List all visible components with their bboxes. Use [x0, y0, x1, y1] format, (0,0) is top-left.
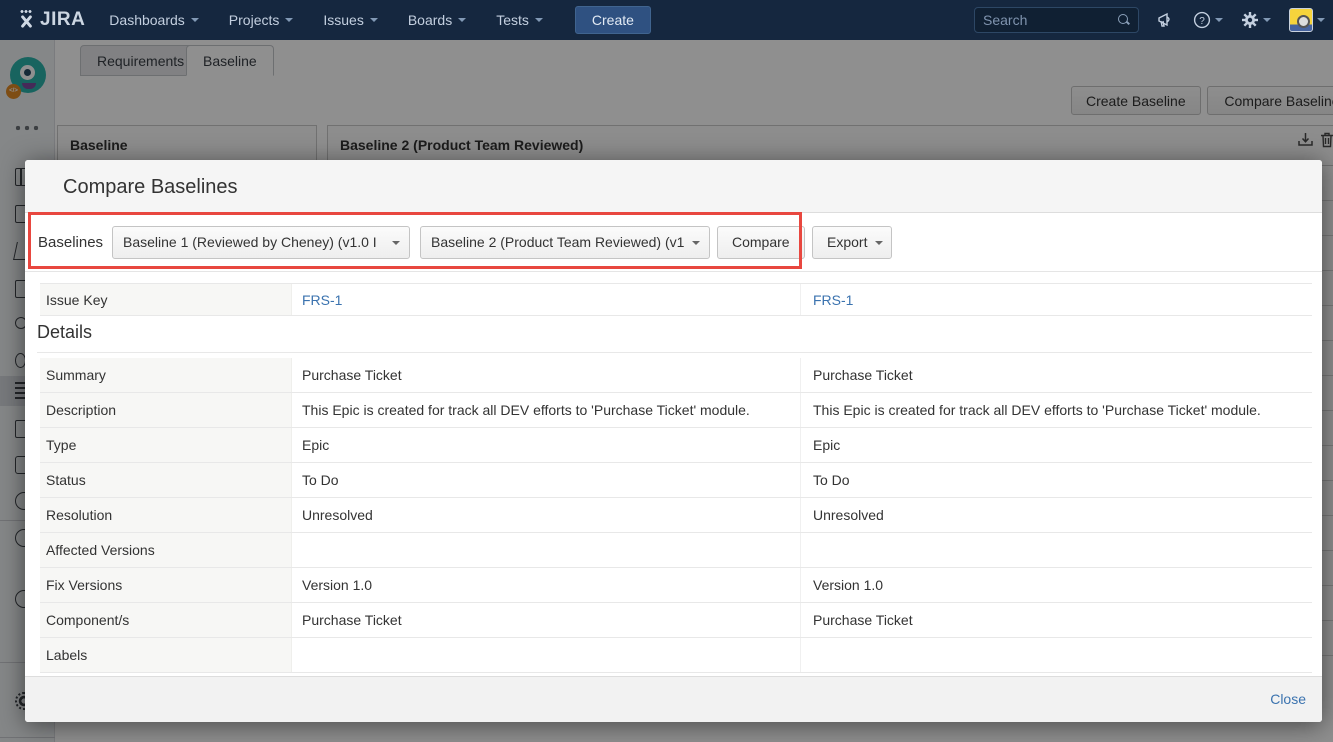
issue-link[interactable]: FRS-1 [813, 292, 853, 308]
row-label: Type [40, 428, 292, 462]
baseline2-value: To Do [800, 463, 1312, 497]
row-label: Affected Versions [40, 533, 292, 567]
baseline2-value [800, 638, 1312, 672]
search-placeholder: Search [983, 12, 1027, 28]
gear-icon [1241, 11, 1259, 29]
row-label: Issue Key [40, 284, 292, 315]
dialog-footer: Close [25, 676, 1322, 722]
baseline2-value [800, 533, 1312, 567]
nav-item-dashboards[interactable]: Dashboards [109, 12, 199, 28]
table-row: Summary Purchase Ticket Purchase Ticket [40, 358, 1312, 393]
close-link[interactable]: Close [1270, 691, 1306, 707]
issue-key-table: Issue Key FRS-1 FRS-1 [40, 283, 1312, 316]
table-row: Labels [40, 638, 1312, 673]
chevron-down-icon [1317, 18, 1325, 22]
row-label: Summary [40, 358, 292, 392]
baseline1-value: Unresolved [292, 507, 800, 523]
chevron-down-icon [458, 18, 466, 22]
export-button[interactable]: Export [812, 226, 892, 259]
baseline2-value: This Epic is created for track all DEV e… [800, 393, 1312, 427]
chevron-down-icon [535, 18, 543, 22]
table-row: Fix Versions Version 1.0 Version 1.0 [40, 568, 1312, 603]
row-label: Fix Versions [40, 568, 292, 602]
announcement-button[interactable] [1157, 12, 1175, 28]
megaphone-icon [1157, 12, 1175, 28]
dialog-title: Compare Baselines [63, 176, 238, 199]
jira-logo-icon [16, 10, 36, 30]
jira-logo-text: JIRA [40, 9, 85, 31]
settings-menu-button[interactable] [1241, 11, 1271, 29]
row-label: Description [40, 393, 292, 427]
baseline2-value: Purchase Ticket [800, 358, 1312, 392]
nav-item-boards[interactable]: Boards [408, 12, 466, 28]
chevron-down-icon [392, 241, 400, 245]
nav-item-issues[interactable]: Issues [323, 12, 377, 28]
issue-link[interactable]: FRS-1 [302, 292, 342, 308]
table-row: Affected Versions [40, 533, 1312, 568]
search-input[interactable]: Search [974, 7, 1139, 33]
chevron-down-icon [1263, 18, 1271, 22]
baseline1-value: Epic [292, 437, 800, 453]
details-table: Summary Purchase Ticket Purchase Ticket … [40, 358, 1312, 673]
row-label: Status [40, 463, 292, 497]
table-row: Status To Do To Do [40, 463, 1312, 498]
row-label: Labels [40, 638, 292, 672]
compare-button[interactable]: Compare [717, 226, 805, 259]
details-section-heading: Details [37, 322, 92, 343]
baseline1-value: To Do [292, 472, 800, 488]
nav-item-projects[interactable]: Projects [229, 12, 294, 28]
baseline-selection-row: Baselines Baseline 1 (Reviewed by Cheney… [25, 213, 1322, 272]
user-profile-button[interactable] [1289, 8, 1325, 32]
table-row: Resolution Unresolved Unresolved [40, 498, 1312, 533]
baseline1-value: Purchase Ticket [292, 367, 800, 383]
nav-item-tests[interactable]: Tests [496, 12, 543, 28]
chevron-down-icon [191, 18, 199, 22]
table-row: Type Epic Epic [40, 428, 1312, 463]
nav-menu: Dashboards Projects Issues Boards Tests [109, 12, 543, 28]
baseline2-dropdown[interactable]: Baseline 2 (Product Team Reviewed) (v1 [420, 226, 710, 259]
search-icon [1118, 14, 1130, 26]
jira-logo[interactable]: JIRA [16, 9, 85, 31]
baseline1-dropdown[interactable]: Baseline 1 (Reviewed by Cheney) (v1.0 I [112, 226, 410, 259]
table-row-issue-key: Issue Key FRS-1 FRS-1 [40, 283, 1312, 316]
baselines-label: Baselines [38, 234, 103, 251]
baseline2-value: Epic [800, 428, 1312, 462]
nav-right-cluster: Search ? [974, 0, 1325, 40]
chevron-down-icon [1215, 18, 1223, 22]
baseline1-value: Purchase Ticket [292, 612, 800, 628]
chevron-down-icon [875, 241, 883, 245]
create-button[interactable]: Create [575, 6, 651, 34]
baseline2-value: Unresolved [800, 498, 1312, 532]
compare-baselines-dialog: Compare Baselines Baselines Baseline 1 (… [25, 160, 1322, 722]
chevron-down-icon [370, 18, 378, 22]
chevron-down-icon [692, 241, 700, 245]
baseline2-value: Purchase Ticket [800, 603, 1312, 637]
chevron-down-icon [285, 18, 293, 22]
help-menu-button[interactable]: ? [1193, 11, 1223, 29]
svg-text:?: ? [1199, 16, 1205, 27]
row-label: Component/s [40, 603, 292, 637]
dialog-header: Compare Baselines [25, 160, 1322, 213]
baseline2-value: Version 1.0 [800, 568, 1312, 602]
top-navigation: JIRA Dashboards Projects Issues Boards T… [0, 0, 1333, 40]
user-avatar [1289, 8, 1313, 32]
table-row: Component/s Purchase Ticket Purchase Tic… [40, 603, 1312, 638]
table-row: Description This Epic is created for tra… [40, 393, 1312, 428]
baseline1-value: This Epic is created for track all DEV e… [292, 402, 800, 418]
help-icon: ? [1193, 11, 1211, 29]
row-label: Resolution [40, 498, 292, 532]
section-divider [37, 352, 1312, 353]
baseline1-value: Version 1.0 [292, 577, 800, 593]
